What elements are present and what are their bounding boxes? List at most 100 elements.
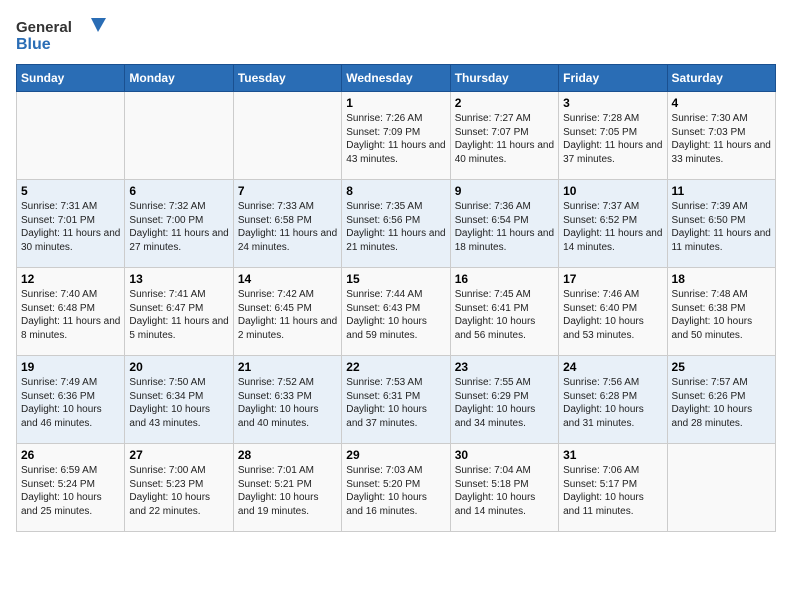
weekday-header-monday: Monday [125, 65, 233, 92]
day-info: Sunrise: 7:03 AM Sunset: 5:20 PM Dayligh… [346, 464, 445, 518]
weekday-header-thursday: Thursday [450, 65, 558, 92]
day-cell: 20 Sunrise: 7:50 AM Sunset: 6:34 PM Dayli… [125, 356, 233, 444]
day-info: Sunrise: 7:01 AM Sunset: 5:21 PM Dayligh… [238, 464, 337, 518]
day-info: Sunrise: 7:04 AM Sunset: 5:18 PM Dayligh… [455, 464, 554, 518]
day-cell: 9Sunrise: 7:36 AM Sunset: 6:54 PM Daylig… [450, 180, 558, 268]
day-cell [233, 92, 341, 180]
day-info: Sunrise: 7:37 AM Sunset: 6:52 PM Dayligh… [563, 200, 662, 254]
day-cell: 10 Sunrise: 7:37 AM Sunset: 6:52 PM Dayli… [559, 180, 667, 268]
day-cell: 7 Sunrise: 7:33 AM Sunset: 6:58 PM Daylig… [233, 180, 341, 268]
day-number: 11 [672, 184, 771, 198]
day-info: Sunrise: 7:31 AM Sunset: 7:01 PM Dayligh… [21, 200, 120, 254]
day-number: 5 [21, 184, 120, 198]
weekday-header-wednesday: Wednesday [342, 65, 450, 92]
day-info: Sunrise: 7:40 AM Sunset: 6:48 PM Dayligh… [21, 288, 120, 342]
day-cell: 1 Sunrise: 7:26 AM Sunset: 7:09 PM Daylig… [342, 92, 450, 180]
day-number: 20 [129, 360, 228, 374]
day-number: 17 [563, 272, 662, 286]
weekday-header-friday: Friday [559, 65, 667, 92]
week-row-4: 19 Sunrise: 7:49 AM Sunset: 6:36 PM Dayli… [17, 356, 776, 444]
logo-svg: GeneralBlue [16, 16, 106, 56]
day-cell: 15 Sunrise: 7:44 AM Sunset: 6:43 PM Dayli… [342, 268, 450, 356]
day-number: 2 [455, 96, 554, 110]
day-number: 16 [455, 272, 554, 286]
day-info: Sunrise: 7:27 AM Sunset: 7:07 PM Dayligh… [455, 112, 554, 166]
day-cell: 11 Sunrise: 7:39 AM Sunset: 6:50 PM Dayli… [667, 180, 775, 268]
day-info: Sunrise: 7:53 AM Sunset: 6:31 PM Dayligh… [346, 376, 445, 430]
day-number: 30 [455, 448, 554, 462]
day-cell: 27 Sunrise: 7:00 AM Sunset: 5:23 PM Dayli… [125, 444, 233, 532]
day-info: Sunrise: 7:30 AM Sunset: 7:03 PM Dayligh… [672, 112, 771, 166]
day-number: 29 [346, 448, 445, 462]
day-cell: 30 Sunrise: 7:04 AM Sunset: 5:18 PM Dayli… [450, 444, 558, 532]
day-info: Sunrise: 7:46 AM Sunset: 6:40 PM Dayligh… [563, 288, 662, 342]
day-cell: 24 Sunrise: 7:56 AM Sunset: 6:28 PM Dayli… [559, 356, 667, 444]
day-cell: 26 Sunrise: 6:59 AM Sunset: 5:24 PM Dayli… [17, 444, 125, 532]
logo: GeneralBlue [16, 16, 106, 56]
day-info: Sunrise: 7:28 AM Sunset: 7:05 PM Dayligh… [563, 112, 662, 166]
day-info: Sunrise: 7:57 AM Sunset: 6:26 PM Dayligh… [672, 376, 771, 430]
week-row-2: 5 Sunrise: 7:31 AM Sunset: 7:01 PM Daylig… [17, 180, 776, 268]
day-number: 6 [129, 184, 228, 198]
day-cell: 25 Sunrise: 7:57 AM Sunset: 6:26 PM Dayli… [667, 356, 775, 444]
day-number: 14 [238, 272, 337, 286]
day-cell: 2 Sunrise: 7:27 AM Sunset: 7:07 PM Daylig… [450, 92, 558, 180]
day-cell: 16 Sunrise: 7:45 AM Sunset: 6:41 PM Dayli… [450, 268, 558, 356]
day-number: 12 [21, 272, 120, 286]
day-number: 15 [346, 272, 445, 286]
day-info: Sunrise: 7:35 AM Sunset: 6:56 PM Dayligh… [346, 200, 445, 254]
day-cell: 17 Sunrise: 7:46 AM Sunset: 6:40 PM Dayli… [559, 268, 667, 356]
day-number: 10 [563, 184, 662, 198]
day-info: Sunrise: 7:26 AM Sunset: 7:09 PM Dayligh… [346, 112, 445, 166]
day-number: 27 [129, 448, 228, 462]
day-number: 25 [672, 360, 771, 374]
day-number: 26 [21, 448, 120, 462]
week-row-1: 1 Sunrise: 7:26 AM Sunset: 7:09 PM Daylig… [17, 92, 776, 180]
day-info: Sunrise: 7:44 AM Sunset: 6:43 PM Dayligh… [346, 288, 445, 342]
day-number: 18 [672, 272, 771, 286]
day-cell: 5 Sunrise: 7:31 AM Sunset: 7:01 PM Daylig… [17, 180, 125, 268]
day-cell [125, 92, 233, 180]
calendar-table: SundayMondayTuesdayWednesdayThursdayFrid… [16, 64, 776, 532]
day-cell: 18 Sunrise: 7:48 AM Sunset: 6:38 PM Dayli… [667, 268, 775, 356]
day-cell: 4 Sunrise: 7:30 AM Sunset: 7:03 PM Daylig… [667, 92, 775, 180]
day-cell: 29 Sunrise: 7:03 AM Sunset: 5:20 PM Dayli… [342, 444, 450, 532]
day-number: 22 [346, 360, 445, 374]
day-info: Sunrise: 7:50 AM Sunset: 6:34 PM Dayligh… [129, 376, 228, 430]
day-info: Sunrise: 7:06 AM Sunset: 5:17 PM Dayligh… [563, 464, 662, 518]
day-info: Sunrise: 7:56 AM Sunset: 6:28 PM Dayligh… [563, 376, 662, 430]
page-header: GeneralBlue [16, 16, 776, 56]
day-info: Sunrise: 7:33 AM Sunset: 6:58 PM Dayligh… [238, 200, 337, 254]
svg-text:Blue: Blue [16, 36, 51, 53]
day-cell: 23Sunrise: 7:55 AM Sunset: 6:29 PM Dayli… [450, 356, 558, 444]
weekday-header-saturday: Saturday [667, 65, 775, 92]
day-cell: 8 Sunrise: 7:35 AM Sunset: 6:56 PM Daylig… [342, 180, 450, 268]
day-info: Sunrise: 7:45 AM Sunset: 6:41 PM Dayligh… [455, 288, 554, 342]
day-number: 8 [346, 184, 445, 198]
day-number: 28 [238, 448, 337, 462]
day-info: Sunrise: 7:48 AM Sunset: 6:38 PM Dayligh… [672, 288, 771, 342]
day-cell: 14 Sunrise: 7:42 AM Sunset: 6:45 PM Dayli… [233, 268, 341, 356]
day-cell: 31Sunrise: 7:06 AM Sunset: 5:17 PM Dayli… [559, 444, 667, 532]
day-info: Sunrise: 7:52 AM Sunset: 6:33 PM Dayligh… [238, 376, 337, 430]
day-number: 19 [21, 360, 120, 374]
day-info: Sunrise: 7:39 AM Sunset: 6:50 PM Dayligh… [672, 200, 771, 254]
day-number: 7 [238, 184, 337, 198]
day-info: Sunrise: 7:36 AM Sunset: 6:54 PM Dayligh… [455, 200, 554, 254]
day-cell: 12 Sunrise: 7:40 AM Sunset: 6:48 PM Dayli… [17, 268, 125, 356]
day-cell: 19 Sunrise: 7:49 AM Sunset: 6:36 PM Dayli… [17, 356, 125, 444]
day-info: Sunrise: 7:00 AM Sunset: 5:23 PM Dayligh… [129, 464, 228, 518]
day-cell: 13Sunrise: 7:41 AM Sunset: 6:47 PM Dayli… [125, 268, 233, 356]
day-number: 24 [563, 360, 662, 374]
day-cell [17, 92, 125, 180]
day-number: 1 [346, 96, 445, 110]
day-cell: 22 Sunrise: 7:53 AM Sunset: 6:31 PM Dayli… [342, 356, 450, 444]
day-info: Sunrise: 7:49 AM Sunset: 6:36 PM Dayligh… [21, 376, 120, 430]
day-cell [667, 444, 775, 532]
day-info: Sunrise: 7:42 AM Sunset: 6:45 PM Dayligh… [238, 288, 337, 342]
day-number: 23 [455, 360, 554, 374]
weekday-header-sunday: Sunday [17, 65, 125, 92]
day-info: Sunrise: 6:59 AM Sunset: 5:24 PM Dayligh… [21, 464, 120, 518]
day-number: 4 [672, 96, 771, 110]
week-row-3: 12 Sunrise: 7:40 AM Sunset: 6:48 PM Dayli… [17, 268, 776, 356]
